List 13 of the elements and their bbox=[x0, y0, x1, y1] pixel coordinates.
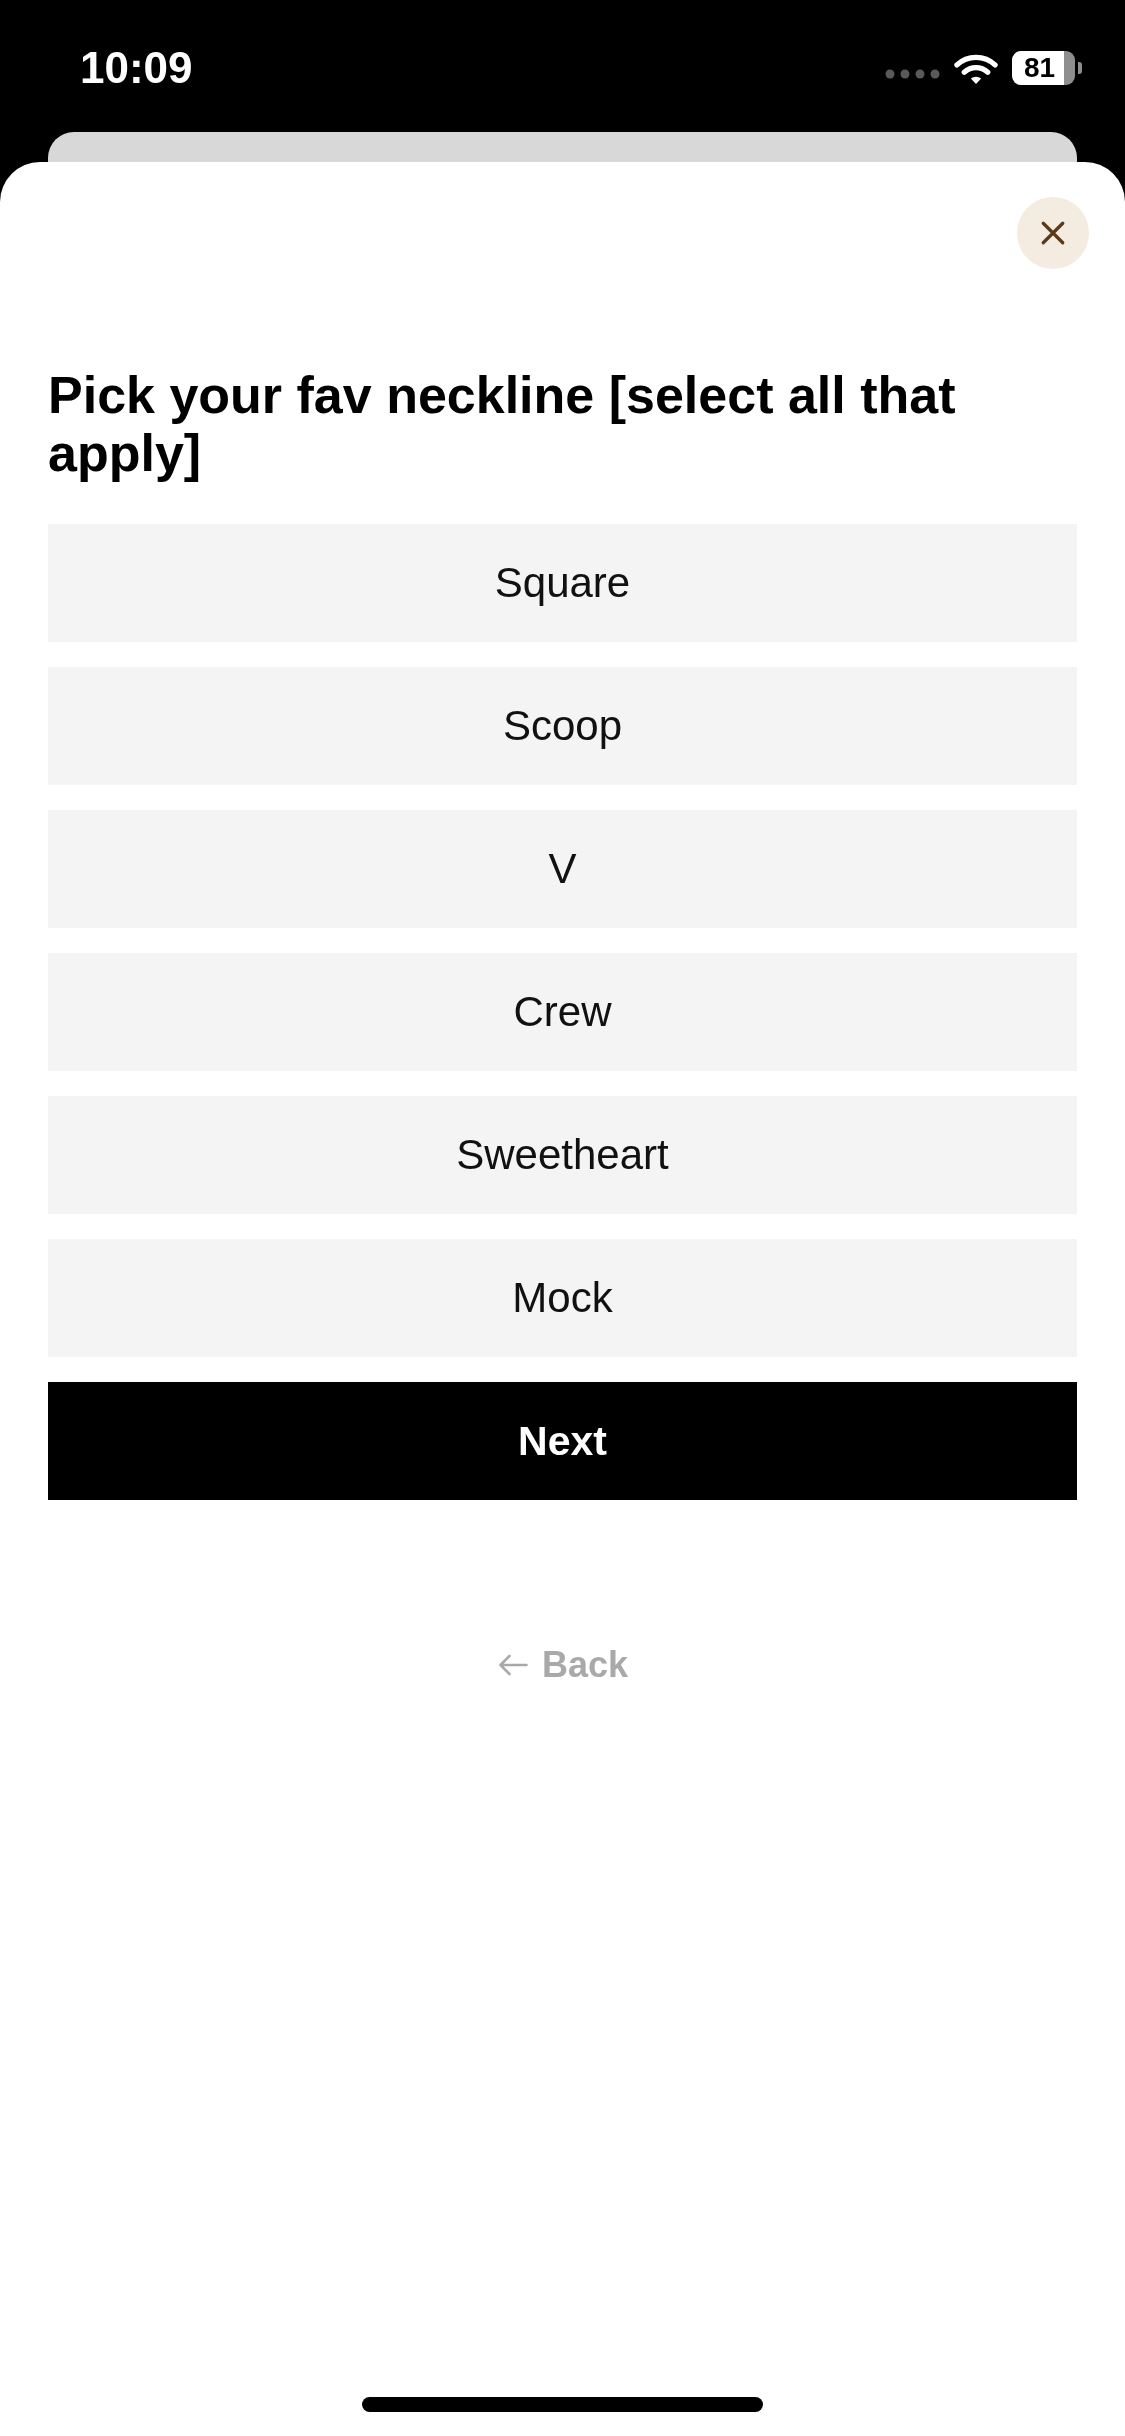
option-button[interactable]: Crew bbox=[48, 953, 1077, 1071]
signal-icon bbox=[885, 69, 940, 79]
option-button[interactable]: Mock bbox=[48, 1239, 1077, 1357]
option-button[interactable]: Square bbox=[48, 524, 1077, 642]
battery-indicator: 81 bbox=[1012, 51, 1082, 85]
question-title: Pick your fav neckline [select all that apply] bbox=[48, 366, 957, 482]
status-time: 10:09 bbox=[80, 43, 193, 93]
left-arrow-icon bbox=[496, 1654, 528, 1676]
option-button[interactable]: Scoop bbox=[48, 667, 1077, 785]
option-button[interactable]: Sweetheart bbox=[48, 1096, 1077, 1214]
close-icon bbox=[1040, 220, 1066, 246]
option-button[interactable]: V bbox=[48, 810, 1077, 928]
next-button[interactable]: Next bbox=[48, 1382, 1077, 1500]
